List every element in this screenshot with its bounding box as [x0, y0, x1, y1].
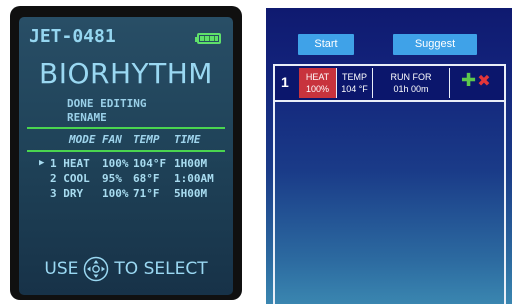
suggest-button[interactable]: Suggest [393, 34, 477, 55]
row-time: 5H00M [174, 187, 208, 200]
start-button[interactable]: Start [298, 34, 354, 55]
schedule-card: 1 HEAT 100% TEMP 104 °F RUN FOR 01h 00m … [273, 64, 506, 304]
program-title: BIORHYTHM [39, 57, 213, 90]
row-time: 1:00AM [174, 172, 214, 185]
header-temp: TEMP [133, 133, 160, 146]
device-id: JET-0481 [29, 26, 116, 47]
run-for-value: 01h 00m [393, 84, 429, 94]
mode-value: 100% [305, 84, 330, 94]
temp-label: TEMP [341, 72, 367, 82]
row-fan: 100% [102, 187, 129, 200]
selection-arrow-icon: ▶ [39, 158, 45, 168]
temp-value: 104 °F [341, 84, 368, 94]
dpad-icon [84, 256, 109, 282]
battery-icon [195, 33, 221, 44]
header-mode: MODE [69, 133, 96, 146]
close-icon[interactable]: ✖ [477, 73, 491, 89]
row-mode: 2 COOL [50, 172, 90, 185]
header-fan: FAN [102, 133, 122, 146]
schedule-row[interactable]: 3 DRY 100% 71°F 5H00M [19, 187, 233, 201]
schedule-row[interactable]: 2 COOL 95% 68°F 1:00AM [19, 172, 233, 186]
schedule-step-row[interactable]: 1 HEAT 100% TEMP 104 °F RUN FOR 01h 00m … [275, 66, 504, 102]
row-temp: 68°F [133, 172, 160, 185]
thermostat-device: JET-0481 BIORHYTHM DONE EDITING RENAME M… [10, 6, 242, 300]
navigation-hint: USE TO SELECT [19, 255, 233, 283]
temp-cell[interactable]: TEMP 104 °F [336, 68, 372, 98]
row-fan: 100% [102, 157, 129, 170]
header-time: TIME [174, 133, 201, 146]
mode-cell[interactable]: HEAT 100% [299, 68, 336, 98]
menu-item-rename[interactable]: RENAME [67, 111, 107, 124]
divider [27, 127, 225, 129]
mode-label: HEAT [305, 72, 330, 82]
row-temp: 71°F [133, 187, 160, 200]
schedule-header: MODE FAN TEMP TIME [19, 133, 233, 147]
row-fan: 95% [102, 172, 122, 185]
row-time: 1H00M [174, 157, 208, 170]
run-for-cell[interactable]: RUN FOR 01h 00m [372, 68, 450, 98]
divider [27, 150, 225, 152]
plus-icon[interactable]: ✚ [461, 72, 476, 90]
app-screen: Start Suggest 1 HEAT 100% TEMP 104 °F RU… [266, 8, 512, 304]
step-number: 1 [281, 74, 289, 90]
row-mode: 3 DRY [50, 187, 84, 200]
row-mode: 1 HEAT [50, 157, 90, 170]
row-temp: 104°F [133, 157, 167, 170]
menu-item-done-editing[interactable]: DONE EDITING [67, 97, 146, 110]
hint-use: USE [44, 259, 79, 279]
hint-to-select: TO SELECT [114, 259, 208, 279]
device-screen: JET-0481 BIORHYTHM DONE EDITING RENAME M… [19, 17, 233, 295]
schedule-row[interactable]: ▶ 1 HEAT 100% 104°F 1H00M [19, 157, 233, 171]
run-for-label: RUN FOR [390, 72, 432, 82]
